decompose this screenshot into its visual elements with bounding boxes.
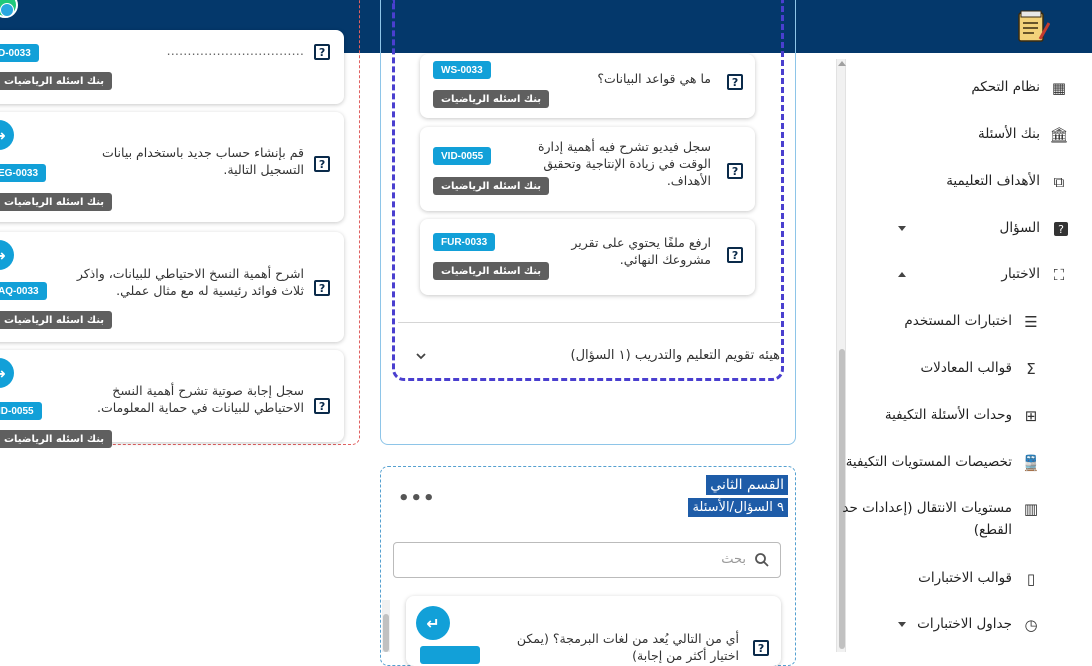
search-icon	[755, 553, 769, 567]
question-text-line1: أي من التالي يُعد من لغات البرمجة؟ (يمكن	[516, 631, 739, 646]
list-item[interactable]: ? سجل فيديو تشرح فيه أهمية إدارة الوقت ف…	[420, 127, 755, 211]
chevron-up-icon	[898, 272, 906, 277]
sidebar-item-test[interactable]: ⛶ الاختبار	[852, 256, 1092, 296]
sidebar-item-user-tests[interactable]: ☰ اختبارات المستخدم	[852, 303, 1092, 343]
question-code-badge: AQ-0033	[0, 282, 47, 300]
question-text: ما هي قواعد البيانات؟	[597, 71, 711, 86]
help-box-icon: ⧉	[1053, 173, 1065, 191]
question-icon: ?	[727, 247, 743, 263]
sidebar-item-adaptive-units[interactable]: ⊞ وحدات الأسئلة التكيفية	[852, 397, 1092, 437]
divider	[398, 322, 780, 323]
list-item[interactable]: ? قم بإنشاء حساب جديد باستخدام بيانات ال…	[0, 112, 344, 222]
search-input[interactable]: بحث	[393, 542, 781, 578]
question-code-badge: FUR-0033	[433, 233, 496, 251]
question-text-line2: اختيار أكثر من إجابة)	[632, 648, 739, 663]
question-code-badge: D-0033	[0, 44, 39, 62]
list-item[interactable]: ? ارفع ملفًا يحتوي على تقرير مشروعك النه…	[420, 219, 755, 295]
question-text-line2: مشروعك النهائي.	[619, 252, 711, 267]
question-text-line1: اشرح أهمية النسخ الاحتياطي للبيانات، واذ…	[76, 266, 304, 281]
sidebar-item-dashboard[interactable]: ▦ نظام التحكم	[852, 69, 1092, 109]
sidebar-item-transition-levels[interactable]: ▥ مستويات الانتقال (إعدادات حد القطع)	[842, 490, 1092, 546]
question-code-badge: ID-0055	[0, 402, 42, 420]
sidebar-scrollbar[interactable]	[836, 59, 846, 652]
question-icon: ?	[727, 163, 743, 179]
accordion-title[interactable]: هيئه تقويم التعليم والتدريب (١ السؤال)	[571, 348, 781, 363]
question-text-line2: الوقت في زيادة الإنتاجية وتحقيق	[543, 156, 711, 171]
chevron-down-icon	[898, 226, 906, 231]
sidebar: ▦ نظام التحكم 🏛 بنك الأسئلة ⧉ الأهداف ال…	[830, 53, 1092, 652]
question-code-badge: WS-0033	[433, 61, 491, 79]
select-button[interactable]: →	[0, 240, 14, 270]
sidebar-item-test-templates[interactable]: ▯ قوالب الاختبارات	[852, 560, 1092, 600]
dashboard-icon: ▦	[1051, 79, 1067, 97]
sidebar-item-question-bank[interactable]: 🏛 بنك الأسئلة	[852, 116, 1092, 156]
sidebar-item-learning-objectives[interactable]: ⧉ الأهداف التعليمية	[852, 163, 1092, 203]
question-code-badge	[420, 646, 480, 664]
scrollbar[interactable]	[382, 600, 390, 652]
question-icon: ?	[753, 640, 769, 656]
bank-badge: بنك اسئله الرياضيات	[433, 262, 550, 280]
clock-icon: ◷	[1024, 616, 1038, 634]
question-icon: ?	[314, 398, 330, 414]
question-icon: ?	[314, 280, 330, 296]
bar-chart-icon: ▥	[1023, 500, 1039, 518]
train-icon: 🚆	[1021, 454, 1041, 472]
question-text-line2: التسجيل التالية.	[223, 162, 304, 177]
list-item[interactable]: ? …………………………… D-0033 بنك اسئله الرياضيات	[0, 30, 344, 104]
question-text-line2: ثلاث فوائد رئيسية له مع مثال عملي.	[116, 283, 304, 298]
list-item[interactable]: ? ما هي قواعد البيانات؟ WS-0033 بنك اسئل…	[420, 54, 755, 118]
chevron-down-icon	[898, 622, 906, 627]
question-code-badge: EG-0033	[0, 164, 47, 182]
grid-icon: ⊞	[1024, 407, 1038, 425]
quiz-icon: ⛶	[1053, 266, 1065, 284]
bank-badge: بنك اسئله الرياضيات	[0, 72, 113, 90]
sidebar-item-question[interactable]: ? السؤال	[852, 210, 1092, 250]
question-icon: ?	[727, 74, 743, 90]
question-text-line2: الاحتياطي للبيانات في حماية المعلومات.	[96, 400, 304, 415]
question-icon: ?	[1054, 222, 1068, 236]
question-text-line1: سجل إجابة صوتية تشرح أهمية النسخ	[112, 383, 304, 398]
exam-logo-icon[interactable]	[1016, 9, 1050, 43]
bank-badge: بنك اسئله الرياضيات	[0, 193, 113, 211]
question-text-line1: سجل فيديو تشرح فيه أهمية إدارة	[537, 139, 711, 154]
question-code-badge: VID-0055	[433, 147, 492, 165]
template-icon: ▯	[1026, 570, 1036, 588]
bank-badge: بنك اسئله الرياضيات	[0, 430, 113, 448]
list-item[interactable]: ? أي من التالي يُعد من لغات البرمجة؟ (يم…	[406, 596, 781, 666]
select-button[interactable]: →	[0, 120, 14, 150]
more-options-icon[interactable]: •••	[398, 488, 436, 509]
bank-badge: بنك اسئله الرياضيات	[433, 177, 550, 195]
question-icon: ?	[314, 156, 330, 172]
sidebar-item-equation-templates[interactable]: Σ قوالب المعادلات	[852, 350, 1092, 390]
section-question-count: ٩ السؤال/الأسئلة	[688, 498, 788, 517]
list-item[interactable]: ? سجل إجابة صوتية تشرح أهمية النسخ الاحت…	[0, 350, 344, 448]
chevron-down-icon[interactable]	[414, 349, 428, 363]
list-icon: ☰	[1024, 313, 1038, 331]
question-text: ……………………………	[166, 43, 305, 58]
sidebar-item-adaptive-levels[interactable]: 🚆 تخصيصات المستويات التكيفية	[846, 444, 1092, 484]
select-button[interactable]: →	[0, 358, 14, 388]
question-text-line1: ارفع ملفًا يحتوي على تقرير	[571, 235, 711, 250]
bank-badge: بنك اسئله الرياضيات	[433, 90, 550, 108]
search-placeholder: بحث	[721, 552, 746, 567]
list-item[interactable]: ? اشرح أهمية النسخ الاحتياطي للبيانات، و…	[0, 232, 344, 342]
section-title: القسم الثاني	[706, 475, 788, 495]
question-text-line3: الأهداف.	[666, 173, 711, 188]
question-icon: ?	[314, 44, 330, 60]
sigma-icon: Σ	[1026, 360, 1036, 378]
question-text-line1: قم بإنشاء حساب جديد باستخدام بيانات	[101, 145, 304, 160]
bank-icon: 🏛	[1049, 126, 1069, 144]
bank-badge: بنك اسئله الرياضيات	[0, 311, 113, 329]
return-button[interactable]: ↵	[416, 606, 450, 640]
sidebar-item-test-schedules[interactable]: ◷ جداول الاختبارات	[852, 606, 1092, 646]
